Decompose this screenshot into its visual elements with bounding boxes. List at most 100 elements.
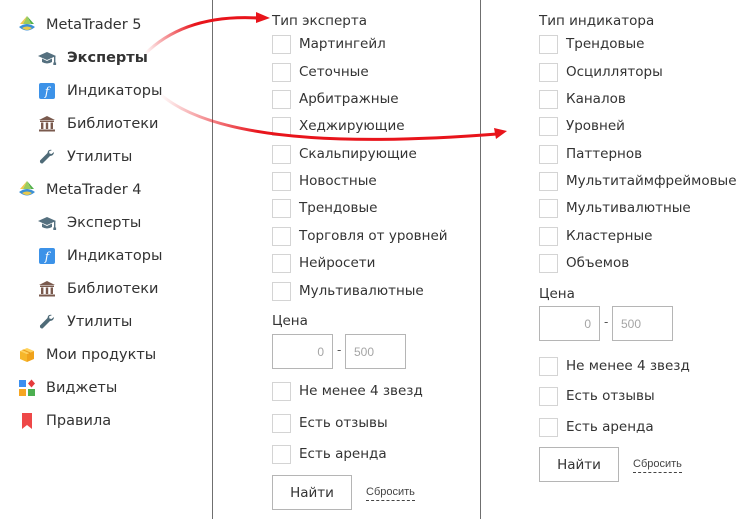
reset-link[interactable]: Сбросить xyxy=(366,486,415,501)
filter-checkbox-grid[interactable]: Сеточные xyxy=(272,62,369,82)
checkbox-label: Хеджирующие xyxy=(299,118,405,134)
checkbox[interactable] xyxy=(539,356,558,376)
checkbox[interactable] xyxy=(272,253,291,273)
checkbox-label: Мультитаймфреймовые xyxy=(566,173,737,189)
filter-checkbox-trend[interactable]: Трендовые xyxy=(539,34,644,54)
filter-checkbox-has-rent[interactable]: Есть аренда xyxy=(539,417,654,437)
sidebar-item-mt5-experts[interactable]: Эксперты xyxy=(37,47,148,69)
sidebar-item-label: Эксперты xyxy=(67,50,148,66)
filter-checkbox-has-reviews[interactable]: Есть отзывы xyxy=(539,386,655,406)
price-from-input[interactable] xyxy=(272,334,333,369)
filter-checkbox-oscillators[interactable]: Осцилляторы xyxy=(539,62,663,82)
checkbox[interactable] xyxy=(539,62,558,82)
filter-checkbox-channels[interactable]: Каналов xyxy=(539,89,626,109)
checkbox[interactable] xyxy=(272,226,291,246)
checkbox-label: Мартингейл xyxy=(299,36,386,52)
checkbox-label: Сеточные xyxy=(299,64,369,80)
checkbox-label: Нейросети xyxy=(299,255,376,271)
checkbox[interactable] xyxy=(539,34,558,54)
filter-checkbox-trend[interactable]: Трендовые xyxy=(272,198,377,218)
filter-checkbox-neural[interactable]: Нейросети xyxy=(272,253,375,273)
expert-type-title: Тип эксперта xyxy=(272,13,367,29)
checkbox[interactable] xyxy=(272,381,291,401)
checkbox[interactable] xyxy=(539,198,558,218)
filter-checkbox-volume[interactable]: Объемов xyxy=(539,253,629,273)
wrench-icon xyxy=(37,312,57,332)
checkbox[interactable] xyxy=(272,89,291,109)
price-to-input[interactable] xyxy=(612,306,673,341)
checkbox-label: Мультивалютные xyxy=(299,283,424,299)
sidebar-item-rules[interactable]: Правила xyxy=(17,410,111,432)
checkbox[interactable] xyxy=(272,144,291,164)
checkbox[interactable] xyxy=(272,116,291,136)
price-label: Цена xyxy=(539,286,575,302)
checkbox[interactable] xyxy=(272,281,291,301)
sidebar-item-label: Индикаторы xyxy=(67,83,163,99)
sidebar-item-mt5-utilities[interactable]: Утилиты xyxy=(37,146,132,168)
checkbox[interactable] xyxy=(272,171,291,191)
filter-checkbox-cluster[interactable]: Кластерные xyxy=(539,226,652,246)
checkbox-label: Скальпирующие xyxy=(299,146,417,162)
library-building-icon xyxy=(37,279,57,299)
sidebar-item-mt4-libraries[interactable]: Библиотеки xyxy=(37,278,158,300)
filter-checkbox-hedging[interactable]: Хеджирующие xyxy=(272,116,405,136)
filter-checkbox-multicurrency[interactable]: Мультивалютные xyxy=(539,198,691,218)
checkbox-label: Арбитражные xyxy=(299,91,399,107)
checkbox[interactable] xyxy=(539,226,558,246)
filter-checkbox-patterns[interactable]: Паттернов xyxy=(539,144,642,164)
find-button[interactable]: Найти xyxy=(272,475,352,510)
checkbox[interactable] xyxy=(272,413,291,433)
checkbox-label: Паттернов xyxy=(566,146,643,162)
graduation-cap-icon xyxy=(37,48,57,68)
filter-checkbox-multicurrency[interactable]: Мультивалютные xyxy=(272,281,424,301)
sidebar-item-widgets[interactable]: Виджеты xyxy=(17,377,117,399)
filter-checkbox-news[interactable]: Новостные xyxy=(272,171,377,191)
checkbox[interactable] xyxy=(272,62,291,82)
checkbox[interactable] xyxy=(272,34,291,54)
checkbox[interactable] xyxy=(539,89,558,109)
sidebar-item-my-products[interactable]: Мои продукты xyxy=(17,344,156,366)
price-to-input[interactable] xyxy=(345,334,406,369)
checkbox-label: Каналов xyxy=(566,91,626,107)
checkbox[interactable] xyxy=(539,171,558,191)
sidebar-item-label: Эксперты xyxy=(67,215,142,231)
filter-checkbox-multitimeframe[interactable]: Мультитаймфреймовые xyxy=(539,171,737,191)
checkbox[interactable] xyxy=(272,444,291,464)
indicators-filter-panel: Тип индикатора Трендовые Осцилляторы Кан… xyxy=(481,0,750,519)
filter-checkbox-scalping[interactable]: Скальпирующие xyxy=(272,144,417,164)
checkbox[interactable] xyxy=(539,417,558,437)
find-button[interactable]: Найти xyxy=(539,447,619,482)
filter-checkbox-martingale[interactable]: Мартингейл xyxy=(272,34,386,54)
sidebar-item-label: Мои продукты xyxy=(46,347,157,363)
filter-checkbox-has-rent[interactable]: Есть аренда xyxy=(272,444,387,464)
checkbox-label: Есть отзывы xyxy=(566,388,655,404)
filter-checkbox-level-trading[interactable]: Торговля от уровней xyxy=(272,226,448,246)
checkbox[interactable] xyxy=(539,386,558,406)
sidebar-item-metatrader5[interactable]: MetaTrader 5 xyxy=(17,14,142,36)
wrench-icon xyxy=(37,147,57,167)
filter-checkbox-levels[interactable]: Уровней xyxy=(539,116,625,136)
sidebar-item-label: MetaTrader 5 xyxy=(46,17,142,33)
filter-checkbox-has-reviews[interactable]: Есть отзывы xyxy=(272,413,388,433)
sidebar-item-label: Утилиты xyxy=(67,149,133,165)
checkbox-label: Кластерные xyxy=(566,228,653,244)
checkbox[interactable] xyxy=(539,116,558,136)
sidebar-item-mt5-indicators[interactable]: f Индикаторы xyxy=(37,80,162,102)
sidebar-item-mt4-utilities[interactable]: Утилиты xyxy=(37,311,132,333)
sidebar-item-label: Библиотеки xyxy=(67,281,159,297)
checkbox[interactable] xyxy=(539,253,558,273)
checkbox[interactable] xyxy=(272,198,291,218)
filter-checkbox-min-4-stars[interactable]: Не менее 4 звезд xyxy=(272,381,423,401)
sidebar-item-mt4-experts[interactable]: Эксперты xyxy=(37,212,141,234)
checkbox[interactable] xyxy=(539,144,558,164)
sidebar-item-mt5-libraries[interactable]: Библиотеки xyxy=(37,113,158,135)
sidebar-item-metatrader4[interactable]: MetaTrader 4 xyxy=(17,179,142,201)
reset-link[interactable]: Сбросить xyxy=(633,458,682,473)
filter-checkbox-min-4-stars[interactable]: Не менее 4 звезд xyxy=(539,356,690,376)
filter-checkbox-arbitrage[interactable]: Арбитражные xyxy=(272,89,399,109)
metatrader-logo-icon xyxy=(17,15,37,35)
sidebar-item-mt4-indicators[interactable]: f Индикаторы xyxy=(37,245,162,267)
checkbox-label: Есть аренда xyxy=(566,419,654,435)
checkbox-label: Не менее 4 звезд xyxy=(299,383,423,399)
price-from-input[interactable] xyxy=(539,306,600,341)
